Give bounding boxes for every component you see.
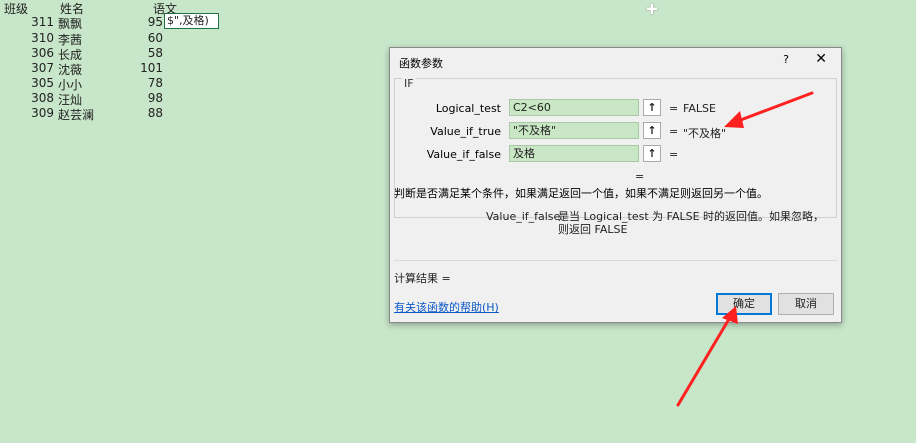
- ok-button[interactable]: 确定: [716, 293, 772, 315]
- cell-score[interactable]: 101: [120, 61, 163, 75]
- table-row: 307 沈薇 101: [0, 61, 230, 77]
- table-row: 310 李茜 60: [0, 31, 230, 47]
- arg-label: Value_if_true: [430, 125, 501, 138]
- collapse-arrow-icon[interactable]: ↑: [643, 122, 661, 139]
- arg-equals: =: [669, 102, 679, 115]
- active-cell-editor[interactable]: $",及格): [164, 13, 219, 29]
- cell-score[interactable]: 95: [120, 15, 163, 29]
- arg-equals: =: [669, 125, 679, 138]
- collapse-arrow-icon[interactable]: ↑: [643, 145, 661, 162]
- arg-description: 是当 Logical_test 为 FALSE 时的返回值。如果忽略，则返回 F…: [558, 210, 825, 236]
- close-icon[interactable]: ✕: [815, 51, 827, 67]
- cell-name[interactable]: 飘飘: [58, 15, 82, 32]
- cell-class[interactable]: 308: [30, 91, 54, 105]
- cell-score[interactable]: 60: [120, 31, 163, 45]
- cell-name[interactable]: 赵芸澜: [58, 106, 94, 123]
- cell-class[interactable]: 307: [30, 61, 54, 75]
- arg-description-name: Value_if_false: [486, 210, 561, 223]
- function-arguments-dialog: 函数参数 ? ✕ IF Logical_test C2<60 ↑ = FALSE…: [389, 47, 842, 323]
- collapse-arrow-icon[interactable]: ↑: [643, 99, 661, 116]
- function-description: 判断是否满足某个条件，如果满足返回一个值，如果不满足则返回另一个值。: [394, 187, 768, 200]
- table-row: 305 小小 78: [0, 76, 230, 92]
- formula-result-equals: =: [635, 170, 645, 183]
- function-name: IF: [402, 77, 416, 90]
- arg-equals: =: [669, 148, 679, 161]
- cell-class[interactable]: 311: [30, 15, 54, 29]
- crosshair-cursor-icon: ✚: [646, 2, 658, 18]
- cell-class[interactable]: 309: [30, 106, 54, 120]
- cell-score[interactable]: 98: [120, 91, 163, 105]
- value-if-true-input[interactable]: "不及格": [509, 122, 639, 139]
- table-row: 306 长成 58: [0, 46, 230, 62]
- help-icon[interactable]: ?: [783, 53, 789, 66]
- arg-result: "不及格": [683, 127, 727, 140]
- table-row: 308 汪灿 98: [0, 91, 230, 107]
- arg-result: FALSE: [683, 102, 716, 115]
- dialog-title: 函数参数: [399, 57, 443, 70]
- cell-class[interactable]: 306: [30, 46, 54, 60]
- cell-class[interactable]: 310: [30, 31, 54, 45]
- cell-score[interactable]: 78: [120, 76, 163, 90]
- arg-label: Logical_test: [435, 102, 501, 115]
- cell-class[interactable]: 305: [30, 76, 54, 90]
- value-if-false-input[interactable]: 及格: [509, 145, 639, 162]
- logical-test-input[interactable]: C2<60: [509, 99, 639, 116]
- function-help-link[interactable]: 有关该函数的帮助(H): [394, 299, 499, 315]
- cancel-button[interactable]: 取消: [778, 293, 834, 315]
- divider: [394, 260, 837, 261]
- calc-result-label: 计算结果 =: [394, 272, 451, 285]
- cell-score[interactable]: 88: [120, 106, 163, 120]
- cell-score[interactable]: 58: [120, 46, 163, 60]
- table-row: 309 赵芸澜 88: [0, 106, 230, 123]
- arg-label: Value_if_false: [426, 148, 501, 161]
